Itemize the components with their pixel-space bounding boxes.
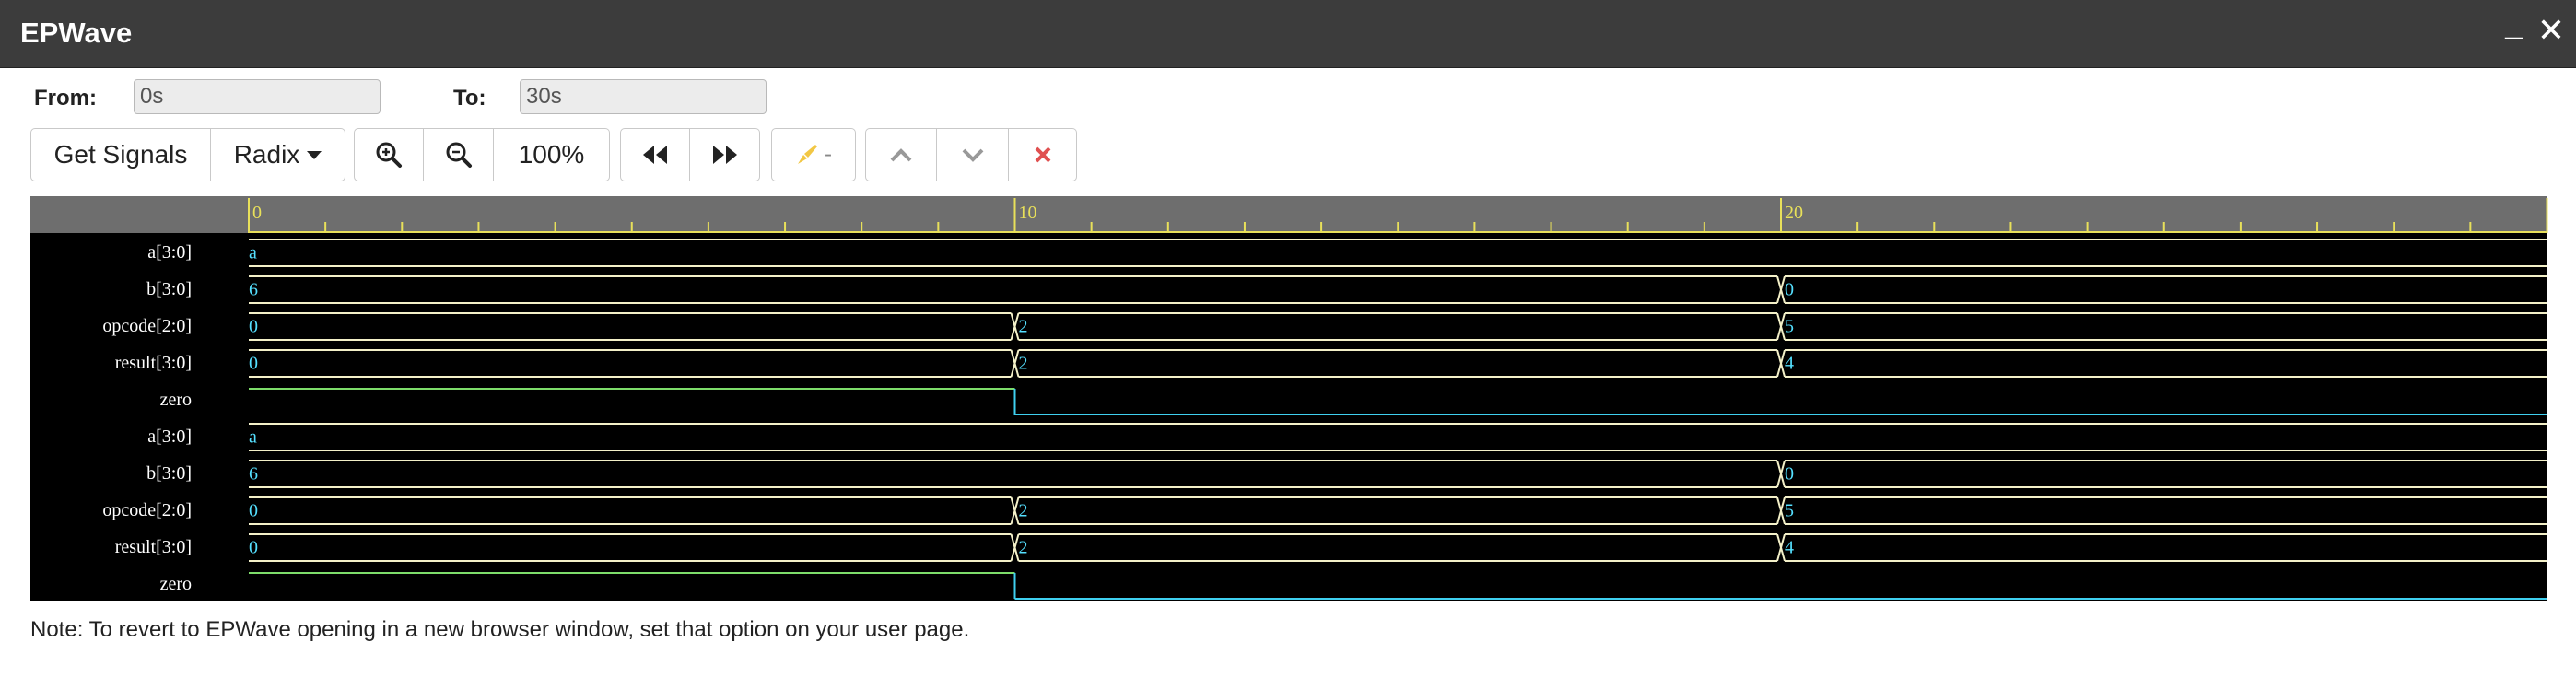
fast-forward-icon: [712, 146, 737, 164]
signal-name[interactable]: opcode[2:0]: [30, 316, 192, 337]
waveform-panel[interactable]: a[3:0] b[3:0] opcode[2:0] result[3:0] zero a[…: [30, 196, 2547, 601]
signal-name[interactable]: opcode[2:0]: [30, 500, 192, 521]
signal-name[interactable]: result[3:0]: [30, 537, 192, 558]
from-input[interactable]: [134, 79, 381, 114]
title-bar: EPWave _ ✕: [0, 0, 2576, 68]
close-button[interactable]: ✕: [2537, 11, 2565, 50]
highlight-button-group: -: [771, 128, 856, 181]
signal-name[interactable]: b[3:0]: [30, 463, 192, 485]
fast-backward-icon: [643, 146, 667, 164]
signal-name[interactable]: a[3:0]: [30, 242, 192, 263]
signal-name[interactable]: result[3:0]: [30, 353, 192, 374]
highlighter-icon: [798, 145, 817, 164]
note-text: Note: To revert to EPWave opening in a n…: [30, 617, 970, 642]
highlight-label: -: [825, 142, 832, 167]
from-label: From:: [34, 86, 97, 111]
signal-name[interactable]: zero: [30, 390, 192, 411]
zoom-in-icon: [376, 142, 402, 168]
x-icon: [1035, 146, 1050, 163]
prev-transition-button[interactable]: [620, 128, 690, 181]
to-label: To:: [453, 86, 486, 111]
chevron-down-icon: [962, 148, 983, 162]
zoom-level-button[interactable]: 100%: [494, 128, 610, 181]
window-title: EPWave: [20, 17, 133, 49]
highlight-button[interactable]: -: [771, 128, 856, 181]
to-input[interactable]: [520, 79, 767, 114]
zoom-button-group: 100%: [354, 128, 610, 181]
next-transition-button[interactable]: [690, 128, 760, 181]
signal-order-button-group: [865, 128, 1077, 181]
remove-signal-button[interactable]: [1009, 128, 1077, 181]
signal-name-column: a[3:0] b[3:0] opcode[2:0] result[3:0] zero a[…: [30, 196, 205, 601]
time-ruler[interactable]: [30, 196, 2547, 233]
get-signals-button[interactable]: Get Signals: [30, 128, 211, 181]
signal-name[interactable]: zero: [30, 574, 192, 595]
signal-button-group: Get Signals Radix: [30, 128, 345, 181]
signal-name[interactable]: a[3:0]: [30, 426, 192, 448]
zoom-in-button[interactable]: [354, 128, 424, 181]
minimize-button[interactable]: _: [2505, 7, 2523, 43]
move-up-button[interactable]: [865, 128, 937, 181]
zoom-out-icon: [446, 142, 472, 168]
chevron-up-icon: [890, 148, 912, 162]
radix-label: Radix: [233, 140, 300, 169]
signal-name[interactable]: b[3:0]: [30, 279, 192, 300]
radix-dropdown[interactable]: Radix: [211, 128, 345, 181]
navigate-button-group: [620, 128, 760, 181]
move-down-button[interactable]: [937, 128, 1009, 181]
caret-down-icon: [307, 150, 322, 159]
zoom-out-button[interactable]: [424, 128, 494, 181]
